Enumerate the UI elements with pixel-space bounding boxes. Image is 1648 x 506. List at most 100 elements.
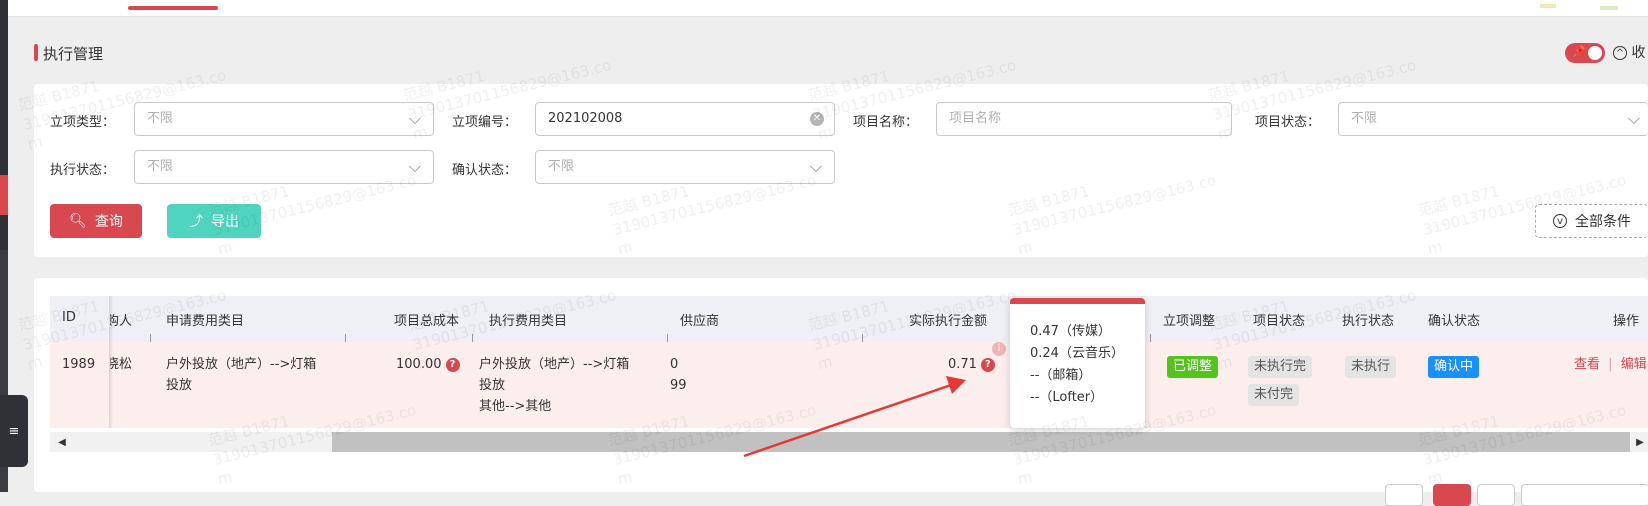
collapse-button[interactable]: ^ 收	[1613, 42, 1645, 62]
chevron-down-icon: ⌵	[408, 109, 421, 128]
action-separator: |	[1608, 357, 1613, 372]
col-adjust: 立项调整	[1163, 314, 1216, 329]
column-resizer[interactable]	[150, 334, 160, 342]
project-type-select[interactable]: 不限 ⌵	[134, 102, 434, 136]
project-name-placeholder: 项目名称	[949, 111, 1002, 126]
col-buyer: 购人	[110, 314, 132, 329]
clear-icon[interactable]: ✕	[810, 112, 824, 126]
query-label: 查询	[94, 214, 123, 230]
cell-apply-category: 户外投放（地产）-->灯箱 投放	[166, 354, 316, 396]
project-no-input[interactable]: 202102008 ✕	[535, 102, 835, 136]
col-actions: 操作	[1613, 314, 1640, 329]
query-button[interactable]: 🔍︎ 查询	[50, 204, 142, 238]
column-resizer[interactable]	[345, 334, 355, 342]
export-button[interactable]: ⤴ 导出	[167, 204, 261, 238]
project-type-label: 立项类型：	[50, 115, 116, 130]
color-decoration	[1600, 6, 1618, 10]
confirm-status-tag: 确认中	[1428, 356, 1480, 378]
title-accent-bar	[34, 44, 38, 61]
project-name-label: 项目名称：	[853, 115, 919, 130]
exec-status-select[interactable]: 不限 ⌵	[134, 150, 434, 184]
all-conditions-label: 全部条件	[1575, 214, 1631, 230]
current-page-button[interactable]	[1433, 484, 1471, 506]
col-supplier: 供应商	[680, 314, 720, 329]
cell-exec-category: 户外投放（地产）-->灯箱 投放 其他-->其他	[479, 354, 629, 417]
apply-category-line: 投放	[166, 378, 193, 393]
exec-category-line: 其他-->其他	[479, 399, 552, 414]
chevron-down-icon: ⌵	[809, 157, 822, 176]
amount-breakdown-tooltip: 0.47（传媒） 0.24（云音乐） --（邮箱） --（Lofter）	[1010, 298, 1145, 428]
info-icon[interactable]: i	[992, 342, 1006, 356]
collapse-label: 收	[1631, 45, 1646, 61]
project-status-placeholder: 不限	[1351, 111, 1378, 126]
scroll-left-arrow[interactable]: ◀	[54, 432, 70, 452]
col-total-cost: 项目总成本	[394, 314, 460, 329]
adjust-status-tag: 已调整	[1167, 356, 1219, 378]
page-size-select[interactable]	[1521, 484, 1648, 506]
prev-page-button[interactable]	[1385, 484, 1423, 506]
sidebar-active-marker	[0, 175, 8, 215]
supplier-line: 0	[670, 357, 679, 372]
search-icon: 🔍︎	[69, 213, 87, 229]
cell-buyer: 晓松	[110, 357, 132, 372]
total-cost-value: 100.00	[396, 357, 442, 372]
col-project-status: 项目状态	[1253, 314, 1306, 329]
project-type-placeholder: 不限	[147, 111, 174, 126]
project-no-value: 202102008	[548, 111, 623, 126]
question-icon[interactable]: ?	[445, 357, 460, 372]
col-exec-status: 执行状态	[1342, 314, 1395, 329]
sidebar-toggle-button[interactable]: ≡	[0, 395, 28, 467]
page-title: 执行管理	[43, 45, 104, 63]
tooltip-line: 0.47（传媒）	[1030, 324, 1111, 339]
col-confirm-status: 确认状态	[1428, 314, 1481, 329]
annotation-arrow	[743, 376, 966, 458]
exec-category-line: 户外投放（地产）-->灯箱	[479, 357, 630, 372]
cell-id: 1989	[62, 357, 96, 372]
chevron-down-icon: ⌵	[1627, 109, 1640, 128]
tooltip-line: --（邮箱）	[1030, 368, 1092, 383]
chevron-down-icon: ⌵	[408, 157, 421, 176]
scrollbar-thumb[interactable]	[332, 432, 1630, 452]
project-name-input[interactable]: 项目名称	[936, 102, 1232, 136]
chevron-up-icon: ^	[1613, 46, 1627, 60]
confirm-status-placeholder: 不限	[548, 159, 575, 174]
exec-status-tag: 未执行	[1345, 356, 1397, 378]
cell-supplier: 0 99	[670, 354, 687, 396]
exec-status-placeholder: 不限	[147, 159, 174, 174]
column-resizer[interactable]	[667, 334, 677, 342]
question-icon[interactable]: ?	[980, 357, 995, 372]
exec-category-line: 投放	[479, 378, 506, 393]
all-conditions-button[interactable]: v 全部条件	[1535, 204, 1648, 238]
table-header: ID 购人 申请费用类目 项目总成本 执行费用类目 供应商 实际执行金额 立项调…	[50, 296, 1648, 342]
supplier-line: 99	[670, 378, 687, 393]
project-no-label: 立项编号：	[452, 115, 518, 130]
exec-status-label: 执行状态：	[50, 163, 116, 178]
tooltip-line: --（Lofter）	[1030, 390, 1104, 405]
project-status-label: 项目状态：	[1255, 115, 1321, 130]
col-id: ID	[62, 310, 76, 325]
column-resizer[interactable]	[862, 334, 872, 342]
project-status-select[interactable]: 不限 ⌵	[1338, 102, 1648, 136]
confirm-status-select[interactable]: 不限 ⌵	[535, 150, 835, 184]
scroll-right-arrow[interactable]: ▶	[1632, 432, 1648, 452]
cell-actions: 查看 | 编辑	[1574, 354, 1647, 375]
column-resizer[interactable]	[472, 334, 482, 342]
export-label: 导出	[211, 214, 239, 230]
project-status-tag: 未付完	[1248, 384, 1300, 406]
confirm-status-label: 确认状态：	[452, 163, 518, 178]
next-page-button[interactable]	[1477, 484, 1515, 506]
color-decoration	[1540, 4, 1556, 8]
share-icon: ⤴	[189, 214, 203, 230]
toggle-knob	[1588, 46, 1602, 60]
pin-icon: 📌	[1572, 45, 1586, 58]
col-apply-category: 申请费用类目	[166, 314, 245, 329]
menu-list-icon: ≡	[8, 423, 20, 439]
col-actual-amount: 实际执行金额	[909, 314, 988, 329]
edit-link[interactable]: 编辑	[1621, 357, 1647, 372]
tooltip-accent-bar	[1010, 298, 1145, 304]
pin-toggle[interactable]: 📌	[1565, 43, 1605, 63]
active-tab-indicator[interactable]	[128, 6, 218, 10]
view-link[interactable]: 查看	[1574, 357, 1600, 372]
fixed-column-shadow	[109, 296, 113, 428]
column-resizer[interactable]	[1150, 334, 1160, 342]
